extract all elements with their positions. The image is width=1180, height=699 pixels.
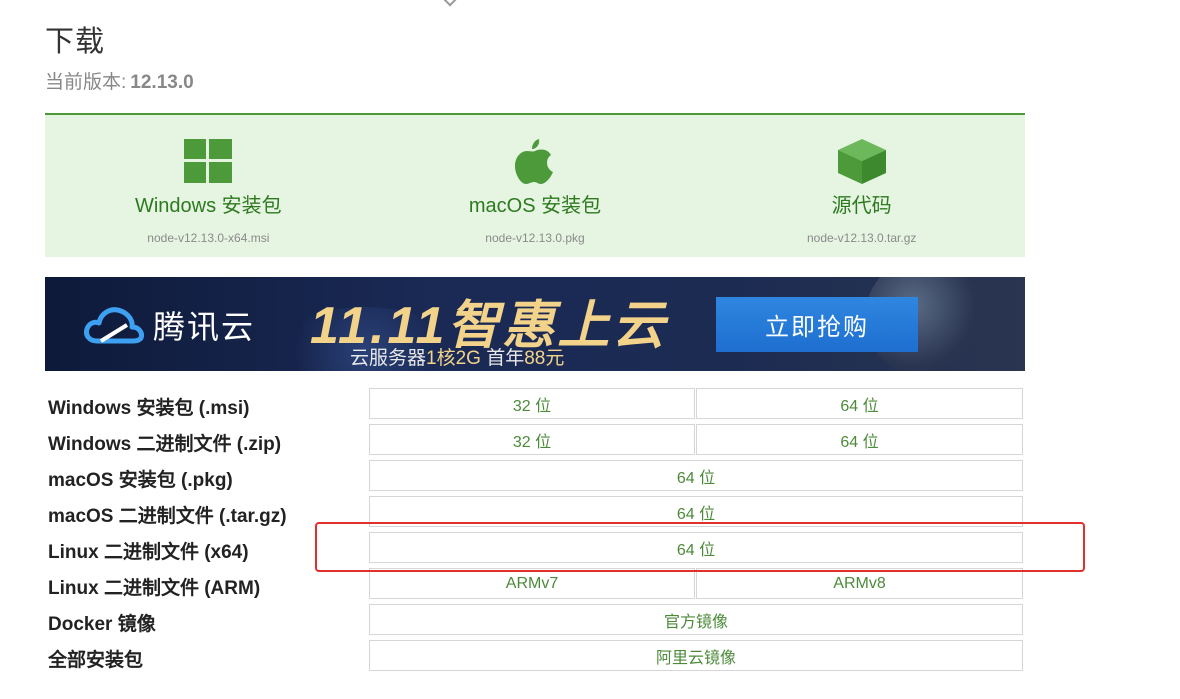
source-code-download[interactable]: 源代码 node-v12.13.0.tar.gz bbox=[698, 115, 1025, 257]
download-link[interactable]: ARMv8 bbox=[696, 568, 1023, 599]
chevron-down-icon bbox=[441, 0, 459, 7]
promo-subtitle: 云服务器1核2G 首年88元 bbox=[350, 343, 564, 370]
table-row: Linux 二进制文件 (ARM) ARMv7 ARMv8 bbox=[45, 567, 1025, 603]
promo-sub-highlight: 1核2G bbox=[426, 348, 481, 369]
download-filename: node-v12.13.0.pkg bbox=[485, 231, 585, 245]
download-filename: node-v12.13.0-x64.msi bbox=[147, 231, 270, 245]
buy-now-button[interactable]: 立即抢购 bbox=[716, 297, 918, 352]
apple-icon bbox=[515, 139, 553, 184]
download-link[interactable]: 64 位 bbox=[369, 532, 1023, 563]
brand-name: 腾讯云 bbox=[153, 309, 256, 345]
download-link[interactable]: 32 位 bbox=[369, 388, 695, 419]
download-link[interactable]: 64 位 bbox=[696, 424, 1023, 455]
row-label: Windows 二进制文件 (.zip) bbox=[48, 434, 282, 455]
page-title: 下载 bbox=[45, 26, 106, 58]
download-link[interactable]: 64 位 bbox=[369, 460, 1023, 491]
row-label: macOS 安装包 (.pkg) bbox=[48, 470, 233, 491]
version-value: 12.13.0 bbox=[130, 72, 194, 93]
row-label: Windows 安装包 (.msi) bbox=[48, 398, 250, 419]
table-row: Linux 二进制文件 (x64) 64 位 bbox=[45, 531, 1025, 567]
promo-sub-text: 云服务器 bbox=[350, 348, 427, 369]
table-row: Windows 二进制文件 (.zip) 32 位 64 位 bbox=[45, 423, 1025, 459]
macos-installer-download[interactable]: macOS 安装包 node-v12.13.0.pkg bbox=[372, 115, 699, 257]
row-label: macOS 二进制文件 (.tar.gz) bbox=[48, 506, 287, 527]
download-table: Windows 安装包 (.msi) 32 位 64 位 Windows 二进制… bbox=[45, 387, 1025, 675]
download-link[interactable]: 64 位 bbox=[369, 496, 1023, 527]
table-row: macOS 二进制文件 (.tar.gz) 64 位 bbox=[45, 495, 1025, 531]
table-row: Docker 镜像 官方镜像 bbox=[45, 603, 1025, 639]
windows-installer-download[interactable]: Windows 安装包 node-v12.13.0-x64.msi bbox=[45, 115, 372, 257]
box-icon bbox=[837, 139, 886, 184]
table-row: Windows 安装包 (.msi) 32 位 64 位 bbox=[45, 387, 1025, 423]
download-link[interactable]: 32 位 bbox=[369, 424, 695, 455]
download-link[interactable]: 阿里云镜像 bbox=[369, 640, 1023, 671]
download-label: macOS 安装包 bbox=[468, 195, 602, 217]
row-label: Docker 镜像 bbox=[48, 614, 156, 635]
table-row: macOS 安装包 (.pkg) 64 位 bbox=[45, 459, 1025, 495]
current-version: 当前版本: 12.13.0 bbox=[45, 67, 194, 94]
download-link[interactable]: 官方镜像 bbox=[369, 604, 1023, 635]
cloud-logo-icon bbox=[84, 307, 144, 344]
ad-banner[interactable]: 腾讯云 11.11智惠上云 云服务器1核2G 首年88元 立即抢购 bbox=[45, 277, 1025, 371]
row-label: 全部安装包 bbox=[48, 650, 144, 671]
download-link[interactable]: 64 位 bbox=[696, 388, 1023, 419]
brand: 腾讯云 bbox=[83, 302, 255, 348]
version-label: 当前版本: bbox=[45, 72, 127, 93]
row-label: Linux 二进制文件 (ARM) bbox=[48, 578, 261, 599]
download-options-panel: Windows 安装包 node-v12.13.0-x64.msi macOS … bbox=[45, 113, 1025, 257]
download-label: 源代码 bbox=[831, 195, 892, 217]
table-row: 全部安装包 阿里云镜像 bbox=[45, 639, 1025, 675]
promo-sub-highlight: 88元 bbox=[524, 348, 565, 369]
download-label: Windows 安装包 bbox=[134, 195, 282, 217]
promo-sub-text: 首年 bbox=[480, 348, 525, 369]
download-filename: node-v12.13.0.tar.gz bbox=[806, 231, 917, 245]
download-link[interactable]: ARMv7 bbox=[369, 568, 695, 599]
windows-icon bbox=[184, 139, 233, 183]
row-label: Linux 二进制文件 (x64) bbox=[48, 542, 249, 563]
